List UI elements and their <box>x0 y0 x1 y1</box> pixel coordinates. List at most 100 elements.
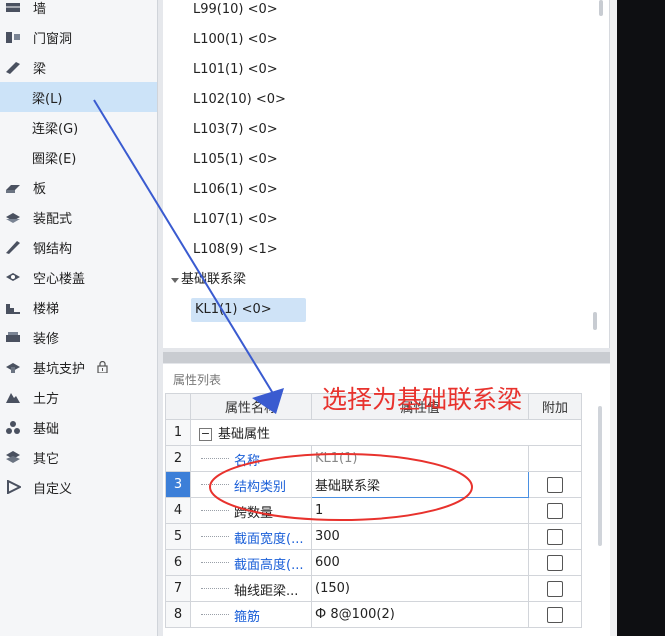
list-scrollbar-top[interactable] <box>599 0 603 16</box>
extra-checkbox[interactable] <box>547 606 563 623</box>
property-name: 轴线距梁... <box>234 584 299 599</box>
list-scrollbar[interactable] <box>593 312 597 330</box>
header-name: 属性名称 <box>190 393 312 420</box>
list-item[interactable]: L102(10) <0> <box>193 88 286 112</box>
hollow-floor-icon <box>5 270 21 284</box>
nav-item-coupling-beam[interactable]: 连梁(G) <box>0 112 157 142</box>
slab-icon <box>5 180 21 194</box>
group-header-label: 基础属性 <box>218 427 271 442</box>
nav-item-label: 圈梁(E) <box>32 151 77 167</box>
property-value[interactable]: 600 <box>311 549 529 576</box>
lock-icon <box>97 361 108 373</box>
list-item[interactable]: L103(7) <0> <box>193 118 278 142</box>
extra-cell <box>528 497 582 524</box>
property-table: 属性名称 属性值 附加 1 − 基础属性 2 名称 KL1(1) 3 结构类别 基… <box>165 393 582 628</box>
header-extra: 附加 <box>528 393 582 420</box>
table-row[interactable]: 2 名称 KL1(1) <box>165 445 582 472</box>
steel-structure-icon <box>5 240 21 254</box>
decoration-icon <box>5 330 21 344</box>
property-name-cell: 截面高度(... <box>190 549 312 576</box>
property-value[interactable]: Ф 8@100(2) <box>311 601 529 628</box>
property-name-cell: 结构类别 <box>190 471 312 498</box>
nav-item-door-window[interactable]: 门窗洞 <box>0 22 157 52</box>
nav-item-prefab[interactable]: 装配式 <box>0 202 157 232</box>
property-value[interactable]: (150) <box>311 575 529 602</box>
property-name-cell: 名称 <box>190 445 312 472</box>
list-item[interactable]: L106(1) <0> <box>193 178 278 202</box>
nav-item-label: 板 <box>33 181 47 197</box>
nav-item-label: 装修 <box>33 331 60 347</box>
extra-cell <box>528 445 582 472</box>
nav-item-decoration[interactable]: 装修 <box>0 322 157 352</box>
property-name: 截面宽度(... <box>234 532 304 547</box>
table-row[interactable]: 5 截面宽度(... 300 <box>165 523 582 550</box>
property-value[interactable]: KL1(1) <box>311 445 529 472</box>
collapse-icon[interactable]: − <box>199 428 212 441</box>
header-row-number <box>165 393 191 420</box>
table-row[interactable]: 8 箍筋 Ф 8@100(2) <box>165 601 582 628</box>
table-row[interactable]: 1 − 基础属性 <box>165 419 582 446</box>
property-value[interactable]: 300 <box>311 523 529 550</box>
row-number: 3 <box>165 471 191 498</box>
row-number: 7 <box>165 575 191 602</box>
nav-item-beam[interactable]: 梁 <box>0 52 157 82</box>
custom-icon <box>5 480 21 494</box>
list-item[interactable]: L107(1) <0> <box>193 208 278 232</box>
beam-icon <box>5 60 21 74</box>
nav-item-pit-support[interactable]: 基坑支护 <box>0 352 157 382</box>
list-group-foundation-tie-beam[interactable]: 基础联系梁 <box>171 268 246 292</box>
annotation-text: 选择为基础联系梁 <box>322 385 523 414</box>
property-name: 箍筋 <box>234 610 261 625</box>
row-number: 1 <box>165 419 191 446</box>
right-edge-panel <box>610 0 665 636</box>
nav-item-label: 基础 <box>33 421 60 437</box>
extra-checkbox[interactable] <box>547 554 563 571</box>
row-number: 6 <box>165 549 191 576</box>
property-scrollbar[interactable] <box>598 406 602 546</box>
nav-item-steel-structure[interactable]: 钢结构 <box>0 232 157 262</box>
nav-item-slab[interactable]: 板 <box>0 172 157 202</box>
nav-item-label: 墙 <box>33 1 47 17</box>
stair-icon <box>5 300 21 314</box>
group-header-cell[interactable]: − 基础属性 <box>190 419 582 446</box>
nav-item-wall[interactable]: 墙 <box>0 0 157 22</box>
list-item[interactable]: L105(1) <0> <box>193 148 278 172</box>
table-row[interactable]: 7 轴线距梁... (150) <box>165 575 582 602</box>
extra-checkbox[interactable] <box>547 476 563 493</box>
property-name-cell: 截面宽度(... <box>190 523 312 550</box>
extra-checkbox[interactable] <box>547 528 563 545</box>
row-number: 5 <box>165 523 191 550</box>
structure-type-field[interactable]: 基础联系梁 <box>311 471 529 498</box>
list-item[interactable]: L99(10) <0> <box>193 0 278 22</box>
nav-item-earthwork[interactable]: 土方 <box>0 382 157 412</box>
dark-viewport <box>617 0 665 636</box>
table-row[interactable]: 6 截面高度(... 600 <box>165 549 582 576</box>
door-window-icon <box>5 30 21 44</box>
extra-checkbox[interactable] <box>547 580 563 597</box>
nav-item-foundation[interactable]: 基础 <box>0 412 157 442</box>
list-item[interactable]: L101(1) <0> <box>193 58 278 82</box>
extra-checkbox[interactable] <box>547 502 563 519</box>
nav-item-hollow-floor[interactable]: 空心楼盖 <box>0 262 157 292</box>
wall-icon <box>5 0 21 14</box>
component-tree: 墙 门窗洞 梁 梁(L) 连梁(G) 圈梁(E) 板 装配式 钢结构 空心楼盖 … <box>0 0 157 636</box>
property-name-cell: 轴线距梁... <box>190 575 312 602</box>
other-icon <box>5 450 21 464</box>
property-value[interactable]: 1 <box>311 497 529 524</box>
nav-item-label: 空心楼盖 <box>33 271 86 287</box>
nav-item-other[interactable]: 其它 <box>0 442 157 472</box>
property-name: 截面高度(... <box>234 558 304 573</box>
nav-item-stair[interactable]: 楼梯 <box>0 292 157 322</box>
table-row[interactable]: 4 跨数量 1 <box>165 497 582 524</box>
extra-cell <box>528 523 582 550</box>
nav-item-beam-l[interactable]: 梁(L) <box>0 82 157 112</box>
property-panel-title: 属性列表 <box>173 373 222 387</box>
nav-item-label: 自定义 <box>33 481 73 497</box>
row-number: 4 <box>165 497 191 524</box>
list-item-selected[interactable]: KL1(1) <0> <box>191 298 306 322</box>
nav-item-ring-beam[interactable]: 圈梁(E) <box>0 142 157 172</box>
table-row-active[interactable]: 3 结构类别 基础联系梁 <box>165 471 582 498</box>
nav-item-custom[interactable]: 自定义 <box>0 472 157 502</box>
list-item[interactable]: L108(9) <1> <box>193 238 278 262</box>
list-item[interactable]: L100(1) <0> <box>193 28 278 52</box>
